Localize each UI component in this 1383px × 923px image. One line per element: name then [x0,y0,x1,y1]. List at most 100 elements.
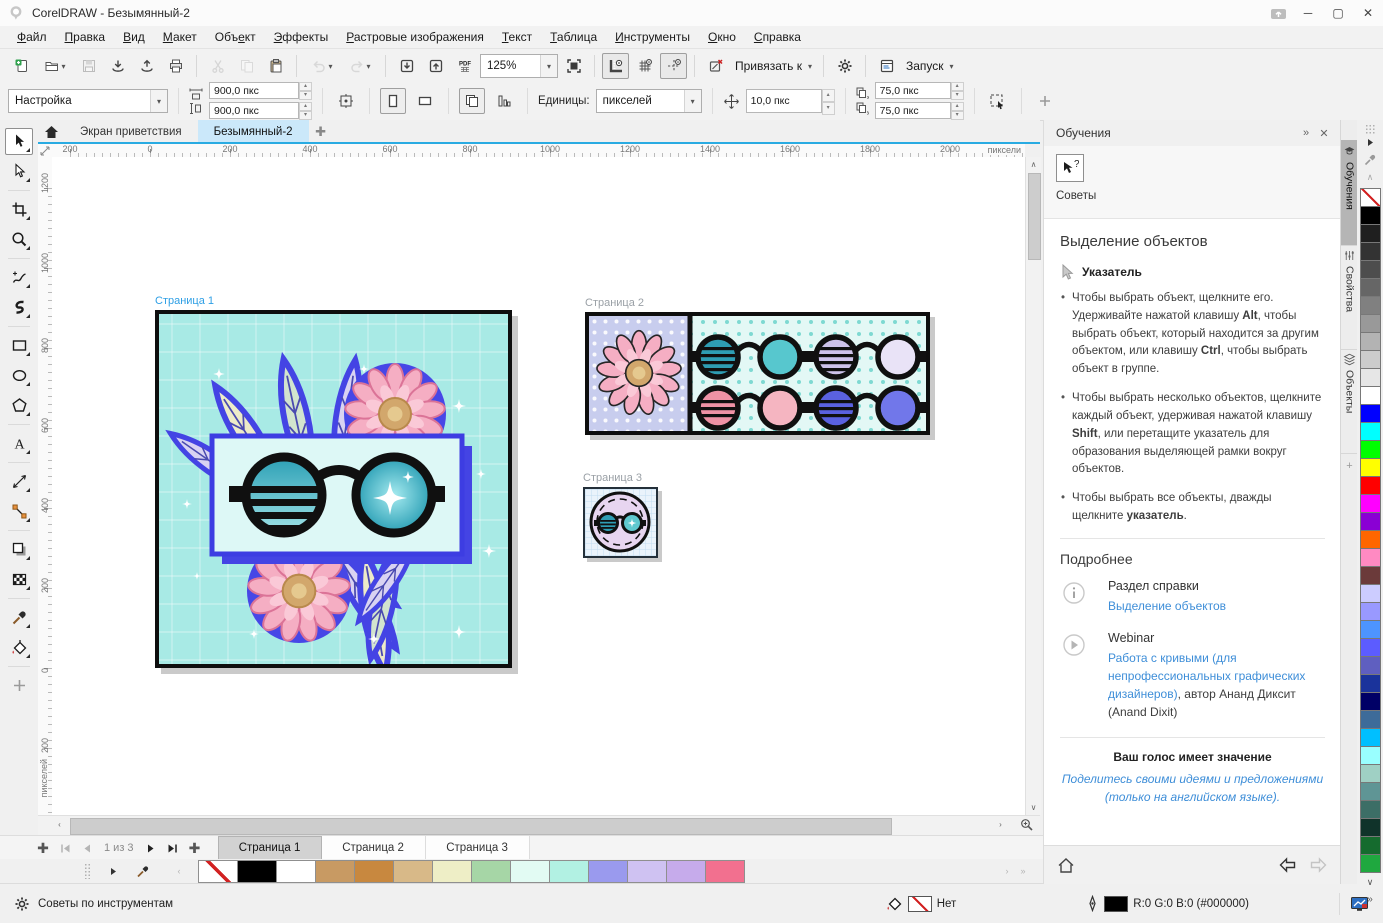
drawing-canvas[interactable]: Страница 1 [52,157,1025,815]
color-swatch[interactable] [198,860,238,883]
color-swatch[interactable] [1360,710,1381,729]
color-swatch[interactable] [1360,728,1381,747]
page-width-field[interactable]: 900,0 пкс ▴▾ [209,82,312,100]
color-swatch[interactable] [1360,818,1381,837]
feedback-link[interactable]: Поделитесь своими идеями и предложениями… [1062,772,1323,804]
docker-tab-learning[interactable]: Обучения [1341,140,1358,246]
menu-вид[interactable]: Вид [114,28,154,46]
color-swatch[interactable] [1360,746,1381,765]
color-swatch[interactable] [1360,242,1381,261]
color-swatch[interactable] [1360,638,1381,657]
rulers-button[interactable] [602,53,629,79]
color-swatch[interactable] [471,860,511,883]
color-swatch[interactable] [1360,548,1381,567]
color-swatch[interactable] [588,860,628,883]
crop-tool[interactable] [5,196,33,223]
launch-button[interactable] [873,53,900,79]
fill-color-swatch[interactable] [908,896,932,912]
color-swatch[interactable] [1360,512,1381,531]
copy-button[interactable] [233,53,260,79]
redo-button[interactable]: ▾ [342,53,378,79]
snap-to-dropdown[interactable]: Привязать к▾ [731,53,816,79]
color-swatch[interactable] [1360,314,1381,333]
last-page-button[interactable] [162,837,184,859]
palette-flyout-icon[interactable] [1357,134,1383,150]
status-gear-icon[interactable] [14,896,30,912]
docker-forward-icon[interactable] [1308,856,1329,874]
help-topic-link[interactable]: Выделение объектов [1108,599,1226,613]
color-swatch[interactable] [1360,350,1381,369]
color-swatch[interactable] [1360,692,1381,711]
color-swatch[interactable] [1360,476,1381,495]
export-button[interactable] [422,53,449,79]
undo-button[interactable]: ▾ [304,53,340,79]
color-swatch[interactable] [1360,494,1381,513]
smart-fill-tool[interactable] [5,634,33,661]
pick-tool[interactable] [5,128,33,155]
color-swatch[interactable] [1360,854,1381,873]
cut-button[interactable] [204,53,231,79]
landscape-orientation-button[interactable] [412,88,438,114]
duplicate-y-value[interactable]: 75,0 пкс [875,102,951,119]
nudge-distance-field[interactable]: 10,0 пкс ▴▾ [746,89,835,113]
palette-drag-handle[interactable] [84,863,91,879]
page-width-stepper[interactable]: ▴▾ [299,82,312,100]
palette-scroll-left-icon[interactable]: ‹ [171,861,187,881]
color-swatch[interactable] [1360,566,1381,585]
units-combobox[interactable]: пикселей ▾ [596,89,702,113]
close-button[interactable]: ✕ [1353,0,1383,26]
page3-artwork[interactable] [583,487,658,558]
menu-инструменты[interactable]: Инструменты [606,28,699,46]
palette-expand-icon[interactable]: » [1357,891,1383,907]
palette-scroll-up-icon[interactable]: ∧ [1357,168,1383,186]
page1-artwork[interactable] [155,310,512,668]
open-folder-button[interactable]: ▾ [37,53,73,79]
color-swatch[interactable] [1360,584,1381,603]
palette-scroll-right-icon[interactable]: › [999,861,1015,881]
page-height-value[interactable]: 900,0 пкс [209,102,299,119]
fullscreen-button[interactable] [560,53,587,79]
palette-expand-icon[interactable]: » [1015,861,1031,881]
color-swatch[interactable] [666,860,706,883]
treat-as-filled-button[interactable] [985,88,1011,114]
menu-растровые-изображения[interactable]: Растровые изображения [337,28,493,46]
page-height-field[interactable]: 900,0 пкс ▴▾ [209,102,312,120]
palette-eyedropper-icon[interactable] [1357,150,1383,168]
palette-eyedropper-icon[interactable] [135,861,151,881]
rectangle-tool[interactable] [5,332,33,359]
duplicate-y-field[interactable]: 75,0 пкс ▴▾ [875,102,964,120]
color-swatch[interactable] [1360,458,1381,477]
page-tab[interactable]: Страница 1 [218,836,322,860]
color-swatch[interactable] [237,860,277,883]
artistic-media-tool[interactable] [5,294,33,321]
docker-content[interactable]: Выделение объектов Указатель Чтобы выбра… [1044,219,1341,845]
color-swatch[interactable] [1360,530,1381,549]
menu-объект[interactable]: Объект [206,28,265,46]
scroll-left-icon[interactable]: ‹ [52,817,67,832]
new-document-button[interactable] [8,53,35,79]
download-button[interactable] [104,53,131,79]
color-swatch[interactable] [393,860,433,883]
color-swatch[interactable] [1360,620,1381,639]
palette-drag-handle[interactable] [1365,124,1375,134]
add-tool-tool[interactable] [5,672,33,699]
page-tab[interactable]: Страница 3 [426,836,530,860]
menu-эффекты[interactable]: Эффекты [265,28,338,46]
add-page-after-button[interactable]: ✚ [184,837,206,859]
color-swatch[interactable] [1360,836,1381,855]
apply-all-pages-button[interactable] [459,88,485,114]
color-swatch[interactable] [1360,764,1381,783]
grid-button[interactable] [631,53,658,79]
color-swatch[interactable] [1360,404,1381,423]
autofit-page-button[interactable] [333,88,359,114]
zoom-level-combobox[interactable]: 125%▾ [480,54,558,78]
maximize-button[interactable]: ▢ [1323,0,1353,26]
page-width-value[interactable]: 900,0 пкс [209,82,299,99]
paste-button[interactable] [262,53,289,79]
duplicate-x-value[interactable]: 75,0 пкс [875,82,951,99]
docker-tab-properties[interactable]: Свойства [1341,244,1358,350]
horizontal-scrollbar[interactable]: ‹ › [38,815,1040,837]
page-tab[interactable]: Страница 2 [322,836,426,860]
docker-home-icon[interactable] [1056,856,1076,875]
shape-tool[interactable] [5,158,33,185]
